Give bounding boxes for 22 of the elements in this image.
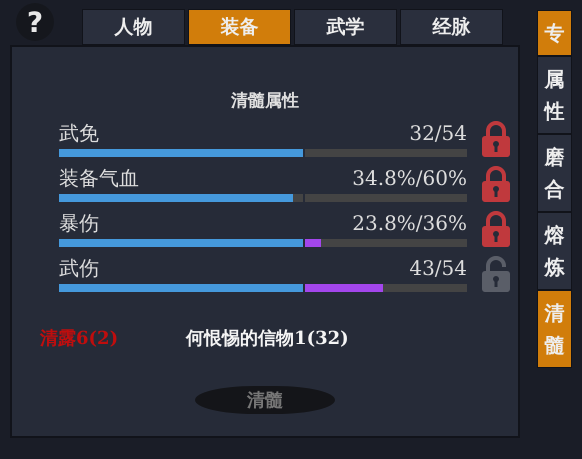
side-tab[interactable]: 属性 <box>537 56 572 134</box>
stat-reading: 23.8%/36% <box>352 210 467 236</box>
material-count: 清露6(2) <box>40 327 118 350</box>
tab[interactable]: 经脉 <box>400 9 503 45</box>
lock-icon[interactable] <box>481 166 511 202</box>
stat-reading: 43/54 <box>409 255 467 281</box>
lock-icon[interactable] <box>481 121 511 157</box>
stat-name: 暴伤 <box>59 210 99 236</box>
lock-icon[interactable] <box>481 211 511 247</box>
stat-name: 装备气血 <box>59 165 139 191</box>
help-button[interactable]: ? <box>16 3 54 41</box>
stat-reading: 32/54 <box>409 120 467 146</box>
side-tab[interactable]: 熔炼 <box>537 212 572 290</box>
stat-name: 武免 <box>59 120 99 146</box>
stat-name: 武伤 <box>59 255 99 281</box>
unlock-icon[interactable] <box>481 256 511 292</box>
stat-reading: 34.8%/60% <box>352 165 467 191</box>
panel-title: 清髓属性 <box>231 90 299 112</box>
side-tab[interactable]: 磨合 <box>537 134 572 212</box>
material-count: 何恨惕的信物1(32) <box>186 327 349 350</box>
tab[interactable]: 人物 <box>82 9 185 45</box>
tab[interactable]: 武学 <box>294 9 397 45</box>
